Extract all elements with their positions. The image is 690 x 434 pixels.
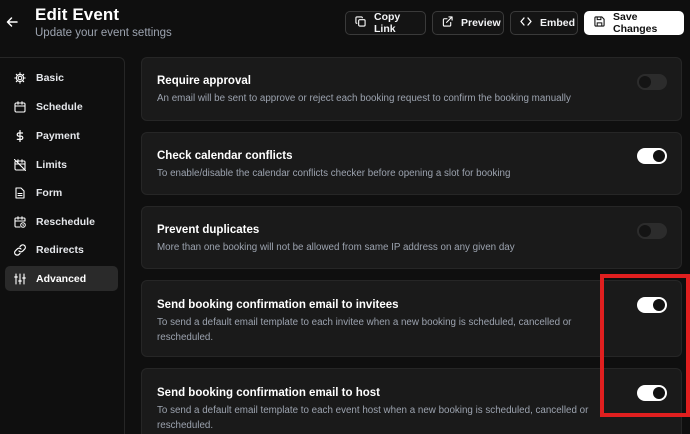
setting-title: Check calendar conflicts bbox=[157, 150, 293, 162]
setting-card-check-calendar-conflicts: Check calendar conflicts To enable/disab… bbox=[141, 132, 682, 195]
embed-button[interactable]: Embed bbox=[510, 11, 578, 35]
setting-title: Prevent duplicates bbox=[157, 224, 260, 236]
sidebar: Basic Schedule Payment Limits Form Resch… bbox=[0, 57, 125, 434]
dollar-icon bbox=[14, 129, 26, 142]
page-title: Edit Event bbox=[35, 5, 120, 24]
setting-description: More than one booking will not be allowe… bbox=[157, 242, 515, 253]
sidebar-item-payment[interactable]: Payment bbox=[5, 123, 118, 148]
sliders-icon bbox=[14, 272, 26, 285]
sidebar-item-label: Reschedule bbox=[36, 215, 95, 228]
sidebar-item-label: Redirects bbox=[36, 243, 84, 256]
sidebar-item-redirects[interactable]: Redirects bbox=[5, 237, 118, 262]
embed-label: Embed bbox=[540, 17, 576, 29]
setting-card-prevent-duplicates: Prevent duplicates More than one booking… bbox=[141, 206, 682, 269]
setting-description: To enable/disable the calendar conflicts… bbox=[157, 168, 511, 179]
require-approval-toggle[interactable] bbox=[637, 74, 667, 90]
sidebar-item-label: Payment bbox=[36, 129, 80, 142]
save-changes-label: Save Changes bbox=[613, 11, 658, 35]
copy-link-label: Copy Link bbox=[374, 11, 401, 35]
page-subtitle: Update your event settings bbox=[35, 27, 172, 39]
sidebar-item-limits[interactable]: Limits bbox=[5, 152, 118, 177]
save-icon bbox=[594, 16, 605, 30]
copy-link-button[interactable]: Copy Link bbox=[345, 11, 426, 35]
check-calendar-conflicts-toggle[interactable] bbox=[637, 148, 667, 164]
save-changes-button[interactable]: Save Changes bbox=[584, 11, 684, 35]
setting-description: To send a default email template to each… bbox=[157, 317, 572, 343]
setting-title: Require approval bbox=[157, 75, 251, 87]
sidebar-item-label: Schedule bbox=[36, 100, 83, 113]
setting-description: An email will be sent to approve or reje… bbox=[157, 93, 571, 104]
sidebar-item-basic[interactable]: Basic bbox=[5, 65, 118, 90]
preview-button[interactable]: Preview bbox=[432, 11, 504, 35]
sidebar-item-label: Advanced bbox=[36, 272, 87, 285]
setting-title: Send booking confirmation email to invit… bbox=[157, 299, 399, 311]
calendar-off-icon bbox=[14, 158, 26, 171]
sidebar-item-label: Limits bbox=[36, 158, 67, 171]
sidebar-item-reschedule[interactable]: Reschedule bbox=[5, 209, 118, 234]
highlight-box bbox=[600, 274, 690, 417]
sidebar-item-label: Basic bbox=[36, 71, 65, 84]
setting-description: To send a default email template to each… bbox=[157, 405, 589, 431]
back-arrow-icon[interactable] bbox=[4, 12, 20, 32]
external-link-icon bbox=[442, 16, 453, 30]
code-icon bbox=[520, 16, 532, 30]
sidebar-item-label: Form bbox=[36, 186, 63, 199]
document-icon bbox=[14, 186, 26, 199]
preview-label: Preview bbox=[461, 17, 501, 29]
sidebar-item-form[interactable]: Form bbox=[5, 180, 118, 205]
prevent-duplicates-toggle[interactable] bbox=[637, 223, 667, 239]
setting-card-require-approval: Require approval An email will be sent t… bbox=[141, 57, 682, 121]
calendar-clock-icon bbox=[14, 215, 26, 228]
gear-icon bbox=[14, 71, 26, 84]
sidebar-item-advanced[interactable]: Advanced bbox=[5, 266, 118, 291]
link-icon bbox=[14, 243, 26, 256]
calendar-icon bbox=[14, 100, 26, 113]
sidebar-item-schedule[interactable]: Schedule bbox=[5, 94, 118, 119]
copy-icon bbox=[355, 16, 366, 30]
setting-title: Send booking confirmation email to host bbox=[157, 387, 380, 399]
